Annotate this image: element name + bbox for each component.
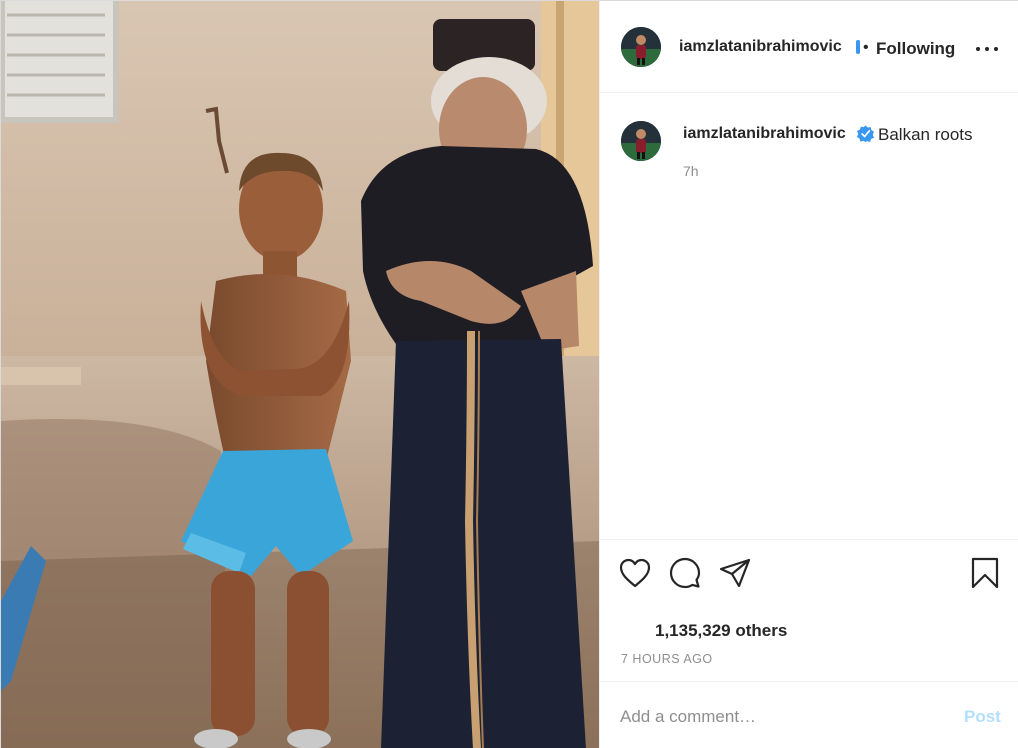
bookmark-icon[interactable] (968, 556, 1002, 590)
caption-author-avatar[interactable] (621, 121, 661, 161)
verified-badge-icon (856, 40, 860, 54)
post-comment-button[interactable]: Post (964, 707, 1001, 727)
header-separator: • (863, 39, 869, 56)
post-timestamp[interactable]: 7 HOURS AGO (621, 652, 713, 666)
heart-icon[interactable] (618, 556, 652, 590)
following-button[interactable]: Following (876, 39, 955, 59)
comment-bubble-icon[interactable] (668, 556, 702, 590)
post-photo[interactable] (1, 1, 599, 748)
caption-timestamp[interactable]: 7h (683, 163, 699, 179)
likes-count[interactable]: 1,135,329 others (655, 621, 787, 641)
comment-input[interactable] (620, 704, 950, 730)
post-header: iamzlatanibrahimovic • Following (600, 1, 1018, 93)
caption-username[interactable]: iamzlatanibrahimovic (683, 125, 846, 143)
comment-form: Post (600, 681, 1018, 748)
paper-plane-icon[interactable] (718, 556, 752, 590)
caption-text: Balkan roots (878, 125, 973, 144)
verified-badge-icon (857, 125, 874, 142)
author-avatar[interactable] (621, 27, 661, 67)
post-detail-panel: iamzlatanibrahimovic • Following iamzlat… (599, 1, 1018, 748)
post-actions-bar (600, 539, 1018, 601)
instagram-post-modal: iamzlatanibrahimovic • Following iamzlat… (0, 0, 1018, 748)
more-options-icon[interactable] (976, 37, 1000, 61)
author-username[interactable]: iamzlatanibrahimovic (679, 38, 842, 56)
